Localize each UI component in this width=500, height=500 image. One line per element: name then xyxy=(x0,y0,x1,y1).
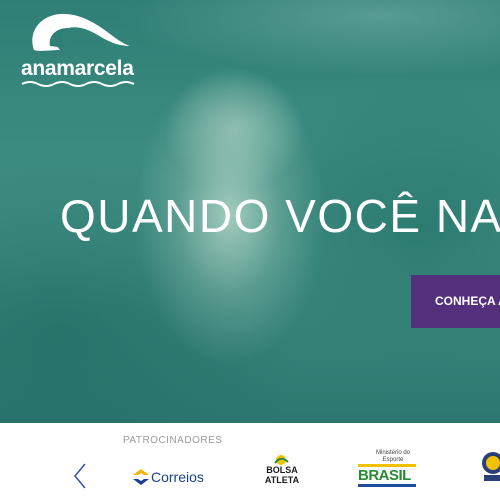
cta-button[interactable]: CONHEÇA A xyxy=(411,275,500,328)
sponsor-bolsa-atleta[interactable]: BOLSA ATLETA xyxy=(255,453,305,493)
chevron-left-icon[interactable] xyxy=(72,462,88,490)
sponsor-brasil-label: BRASIL xyxy=(358,467,411,484)
brand-name[interactable]: anamarcela xyxy=(21,57,134,81)
sponsor-correios[interactable]: Correios xyxy=(131,467,211,487)
hero-headline: QUANDO VOCÊ NA xyxy=(60,190,500,242)
sponsor-ministerio-esporte[interactable]: Ministério do Esporte BRASIL xyxy=(354,447,420,497)
crest-icon[interactable] xyxy=(480,449,500,485)
flag-stripe-blue xyxy=(358,484,416,487)
sponsor-correios-label: Correios xyxy=(151,469,204,485)
sponsor-ministerio-label: Ministério do Esporte xyxy=(375,450,410,463)
sponsors-label: PATROCINADORES xyxy=(123,435,223,446)
sponsors-section: PATROCINADORES Correios BOLSA ATLETA Min… xyxy=(0,423,500,500)
sponsor-bolsa-atleta-label: BOLSA ATLETA xyxy=(264,465,300,485)
hero-banner: anamarcela QUANDO VOCÊ NA CONHEÇA A xyxy=(0,0,500,423)
correios-icon xyxy=(133,469,149,485)
